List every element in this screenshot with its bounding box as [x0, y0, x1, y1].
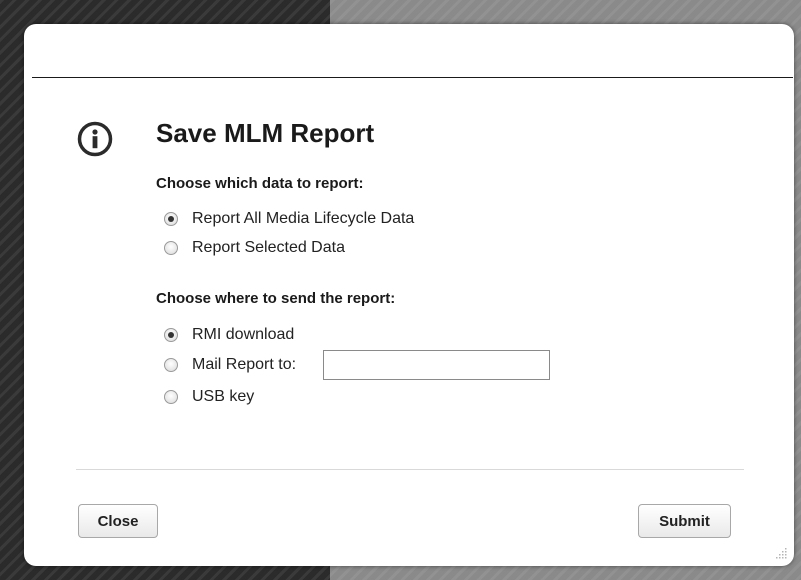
radio-rmi-download[interactable] — [164, 328, 178, 342]
radio-selected-data-label[interactable]: Report Selected Data — [192, 239, 345, 257]
close-button[interactable]: Close — [78, 504, 158, 538]
radio-usb-key[interactable] — [164, 390, 178, 404]
radio-option-selected-data[interactable]: Report Selected Data — [164, 237, 345, 259]
radio-usb-key-label[interactable]: USB key — [192, 388, 254, 406]
mail-report-email-field[interactable] — [323, 350, 550, 380]
radio-option-all-data[interactable]: Report All Media Lifecycle Data — [164, 208, 414, 230]
data-section-label: Choose which data to report: — [156, 175, 364, 192]
save-report-dialog: Save MLM Report Choose which data to rep… — [24, 24, 794, 566]
radio-all-data[interactable] — [164, 212, 178, 226]
radio-all-data-label[interactable]: Report All Media Lifecycle Data — [192, 210, 414, 228]
radio-option-rmi-download[interactable]: RMI download — [164, 324, 294, 346]
radio-mail-report[interactable] — [164, 358, 178, 372]
radio-selected-data[interactable] — [164, 241, 178, 255]
dialog-title: Save MLM Report — [156, 118, 375, 148]
resize-grip-icon[interactable] — [774, 546, 788, 560]
info-icon — [77, 121, 113, 157]
destination-section-label: Choose where to send the report: — [156, 290, 396, 307]
radio-mail-report-label[interactable]: Mail Report to: — [192, 356, 296, 374]
title-divider — [32, 77, 793, 78]
radio-rmi-download-label[interactable]: RMI download — [192, 326, 294, 344]
submit-button[interactable]: Submit — [638, 504, 731, 538]
footer-divider — [76, 469, 744, 470]
radio-option-mail-report[interactable]: Mail Report to: — [164, 354, 296, 376]
radio-option-usb-key[interactable]: USB key — [164, 386, 254, 408]
